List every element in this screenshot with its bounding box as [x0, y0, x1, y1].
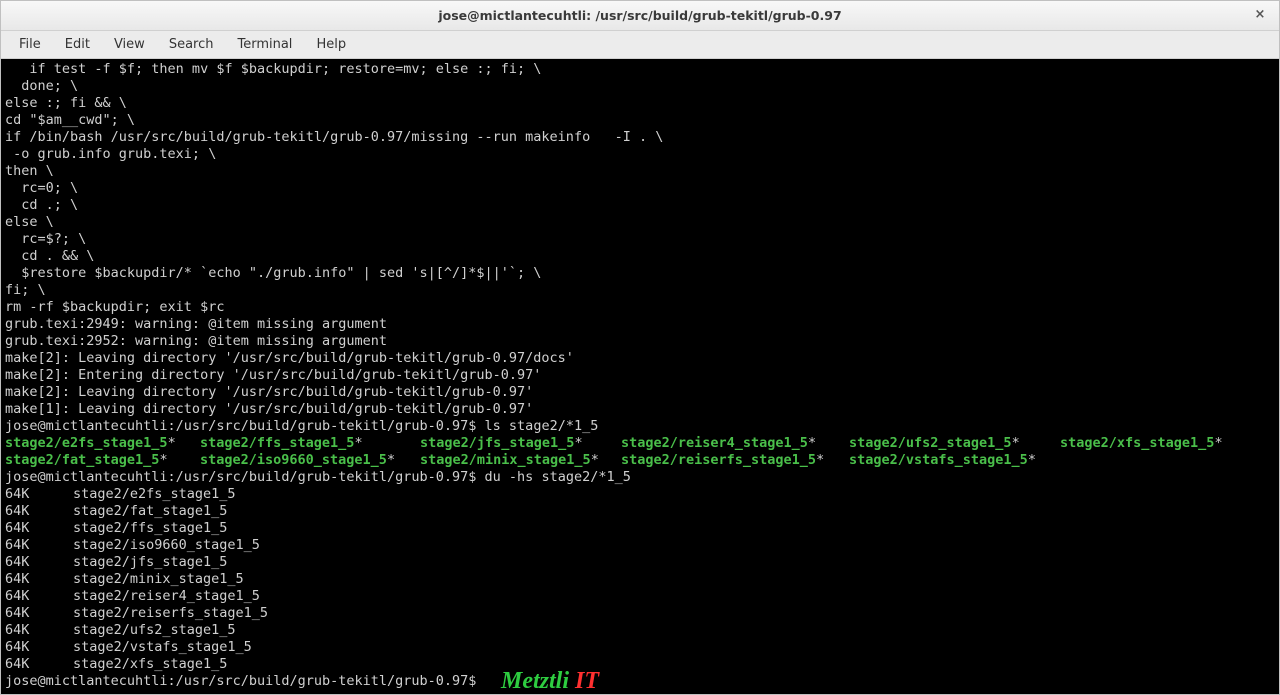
menu-search[interactable]: Search	[157, 33, 226, 56]
menu-edit[interactable]: Edit	[53, 33, 102, 56]
menu-view[interactable]: View	[102, 33, 157, 56]
du-file: stage2/reiserfs_stage1_5	[73, 605, 268, 621]
du-file: stage2/ufs2_stage1_5	[73, 622, 236, 638]
du-size: 64K	[5, 554, 73, 571]
menu-help[interactable]: Help	[304, 33, 358, 56]
ls-file: stage2/ffs_stage1_5	[200, 435, 354, 451]
titlebar[interactable]: jose@mictlantecuhtli: /usr/src/build/gru…	[1, 1, 1279, 31]
du-file: stage2/e2fs_stage1_5	[73, 486, 236, 502]
prompt: jose@mictlantecuhtli:/usr/src/build/grub…	[5, 469, 485, 485]
du-file: stage2/vstafs_stage1_5	[73, 639, 252, 655]
menu-terminal[interactable]: Terminal	[225, 33, 304, 56]
du-output: 64Kstage2/e2fs_stage1_564Kstage2/fat_sta…	[5, 486, 1275, 673]
ls-file: stage2/xfs_stage1_5	[1060, 435, 1214, 451]
window-title: jose@mictlantecuhtli: /usr/src/build/gru…	[438, 8, 841, 23]
ls-output-row: stage2/fat_stage1_5*stage2/iso9660_stage…	[5, 452, 1275, 469]
menubar: File Edit View Search Terminal Help	[1, 31, 1279, 59]
du-size: 64K	[5, 622, 73, 639]
ls-file: stage2/vstafs_stage1_5	[849, 452, 1028, 468]
du-size: 64K	[5, 656, 73, 673]
du-file: stage2/reiser4_stage1_5	[73, 588, 260, 604]
du-size: 64K	[5, 520, 73, 537]
menu-file[interactable]: File	[7, 33, 53, 56]
du-file: stage2/minix_stage1_5	[73, 571, 244, 587]
ls-file: stage2/fat_stage1_5	[5, 452, 159, 468]
du-file: stage2/jfs_stage1_5	[73, 554, 227, 570]
ls-file: stage2/reiserfs_stage1_5	[621, 452, 816, 468]
command-ls: ls stage2/*1_5	[485, 418, 599, 434]
du-file: stage2/iso9660_stage1_5	[73, 537, 260, 553]
ls-file: stage2/jfs_stage1_5	[420, 435, 574, 451]
prompt: jose@mictlantecuhtli:/usr/src/build/grub…	[5, 418, 485, 434]
ls-file: stage2/minix_stage1_5	[420, 452, 591, 468]
close-icon[interactable]: ×	[1251, 6, 1269, 24]
build-output: if test -f $f; then mv $f $backupdir; re…	[5, 61, 663, 417]
du-size: 64K	[5, 588, 73, 605]
du-file: stage2/xfs_stage1_5	[73, 656, 227, 672]
du-size: 64K	[5, 571, 73, 588]
du-size: 64K	[5, 486, 73, 503]
du-file: stage2/ffs_stage1_5	[73, 520, 227, 536]
ls-file: stage2/reiser4_stage1_5	[621, 435, 808, 451]
du-size: 64K	[5, 537, 73, 554]
terminal-area[interactable]: if test -f $f; then mv $f $backupdir; re…	[1, 59, 1279, 694]
ls-file: stage2/e2fs_stage1_5	[5, 435, 168, 451]
ls-file: stage2/iso9660_stage1_5	[200, 452, 387, 468]
du-size: 64K	[5, 639, 73, 656]
prompt: jose@mictlantecuhtli:/usr/src/build/grub…	[5, 673, 485, 689]
du-size: 64K	[5, 503, 73, 520]
du-file: stage2/fat_stage1_5	[73, 503, 227, 519]
du-size: 64K	[5, 605, 73, 622]
watermark-logo: Metztli IT	[501, 673, 599, 690]
command-du: du -hs stage2/*1_5	[485, 469, 631, 485]
ls-file: stage2/ufs2_stage1_5	[849, 435, 1012, 451]
ls-output-row: stage2/e2fs_stage1_5*stage2/ffs_stage1_5…	[5, 435, 1275, 452]
terminal-window: jose@mictlantecuhtli: /usr/src/build/gru…	[0, 0, 1280, 695]
